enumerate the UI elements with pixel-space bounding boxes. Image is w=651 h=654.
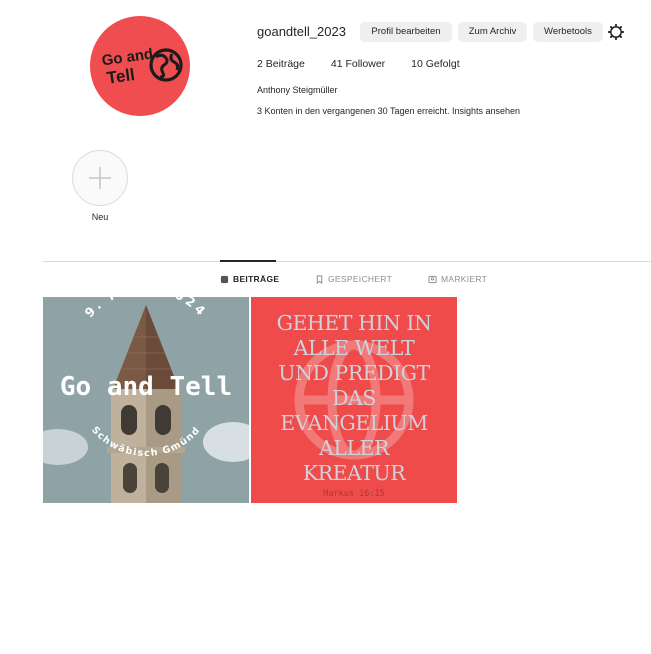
new-highlight-button[interactable] — [72, 150, 128, 206]
posts-count: 2 Beiträge — [257, 58, 305, 70]
tab-saved-label: GESPEICHERT — [328, 274, 393, 284]
profile-full-name: Anthony Steigmüller — [257, 85, 338, 95]
go-and-tell-logo: Go and Tell — [101, 45, 183, 88]
post-thumbnail-event[interactable]: 9. März 2024 Go and Tell Schwäbisch Gmün… — [43, 297, 249, 503]
active-tab-indicator — [220, 260, 276, 262]
verse-line: EVANGELIUM — [280, 411, 428, 435]
grid-icon — [220, 275, 229, 283]
tab-tagged[interactable]: MARKIERT — [428, 274, 487, 284]
profile-username: goandtell_2023 — [257, 24, 346, 39]
edit-profile-button[interactable]: Profil bearbeiten — [360, 22, 452, 42]
verse-line: ALLER — [319, 436, 389, 460]
tab-saved[interactable]: GESPEICHERT — [315, 274, 392, 284]
post-title: Go and Tell — [60, 372, 232, 402]
plus-icon — [89, 167, 111, 189]
bookmark-icon — [316, 274, 323, 284]
verse-line: DAS — [332, 386, 376, 410]
insights-text[interactable]: 3 Konten in den vergangenen 30 Tagen err… — [257, 106, 520, 116]
verse-line: GEHET HIN IN — [276, 311, 432, 335]
verse-line: ALLE WELT — [293, 336, 415, 360]
avatar-text-line2: Tell — [106, 65, 136, 88]
gear-icon[interactable] — [607, 23, 625, 41]
globe-icon — [149, 48, 183, 82]
new-highlight-label: Neu — [91, 212, 109, 222]
church-tower-image: 9. März 2024 Go and Tell Schwäbisch Gmün… — [43, 297, 249, 503]
profile-avatar[interactable]: Go and Tell — [90, 16, 190, 116]
verse-line: UND PREDIGT — [278, 361, 430, 385]
verse-line: KREATUR — [302, 461, 406, 485]
verse-text: GEHET HIN IN ALLE WELT UND PREDIGT DAS E… — [251, 311, 457, 486]
post-thumbnail-verse[interactable]: GEHET HIN IN ALLE WELT UND PREDIGT DAS E… — [251, 297, 457, 503]
followers-count[interactable]: 41 Follower — [331, 58, 385, 70]
verse-reference: Markus 16:15 — [323, 489, 385, 499]
tab-posts[interactable]: BEITRÄGE — [220, 274, 279, 284]
tab-posts-label: BEITRÄGE — [233, 274, 280, 284]
following-count[interactable]: 10 Gefolgt — [411, 58, 459, 70]
ad-tools-button[interactable]: Werbetools — [533, 22, 603, 42]
profile-stats: 2 Beiträge 41 Follower 10 Gefolgt — [257, 58, 486, 70]
tag-icon — [428, 275, 437, 283]
tab-tagged-label: MARKIERT — [441, 274, 488, 284]
archive-button[interactable]: Zum Archiv — [458, 22, 527, 42]
tabs-divider — [43, 261, 651, 262]
